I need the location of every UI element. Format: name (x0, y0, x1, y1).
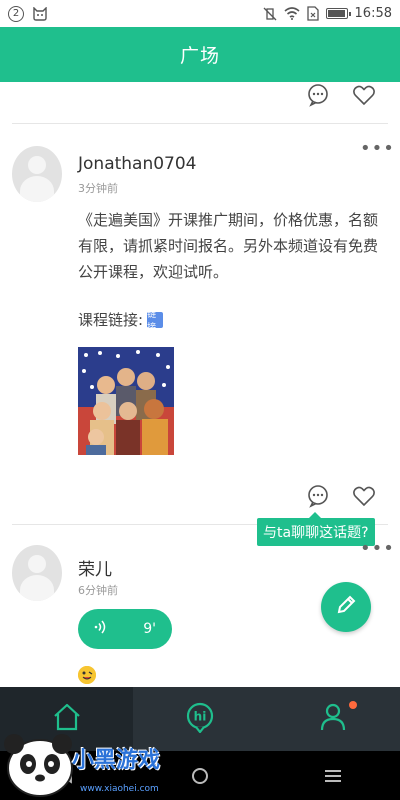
watermark-url: www.xiaohei.com (80, 784, 159, 794)
post-username[interactable]: Jonathan0704 (78, 154, 197, 174)
like-heart-icon[interactable] (351, 82, 377, 108)
menu-nav-button[interactable] (267, 751, 400, 800)
notification-dot (348, 701, 357, 709)
notification-count-icon: 2 (8, 5, 24, 22)
post-username[interactable]: 荣儿 (78, 555, 112, 580)
no-sim-icon (306, 6, 319, 21)
cat-app-icon (32, 6, 48, 21)
post-content: 《走遍美国》开课推广期间，价格优惠，名额有限，请抓紧时间报名。另外本频道设有免费… (78, 211, 379, 281)
watermark-brand: 小黑游戏 (72, 748, 161, 773)
like-heart-icon[interactable] (351, 483, 377, 509)
page-title: 广场 (179, 45, 220, 67)
course-link-row[interactable]: 课程链接: 链接 (78, 309, 164, 333)
status-bar: 2 16:58 (0, 0, 400, 27)
more-options-button[interactable]: ••• (360, 140, 395, 158)
panda-icon (4, 734, 73, 797)
tab-profile[interactable] (267, 687, 400, 751)
course-link-label: 课程链接: (78, 311, 144, 329)
emoji-icon (78, 666, 96, 684)
more-options-button[interactable]: ••• (360, 540, 395, 558)
voice-message-button[interactable]: 9' (78, 609, 172, 649)
post-image[interactable] (78, 347, 174, 455)
avatar[interactable] (12, 545, 62, 601)
person-icon (317, 701, 349, 737)
chat-topic-tooltip[interactable]: 与ta聊聊这话题? (257, 512, 375, 546)
post-time: 3分钟前 (78, 182, 118, 195)
post-divider (12, 123, 388, 124)
battery-icon (325, 8, 351, 19)
pencil-icon (335, 594, 357, 620)
vibrate-off-icon (263, 7, 277, 21)
link-icon[interactable]: 链接 (147, 310, 164, 333)
voice-duration: 9' (143, 621, 156, 637)
wifi-icon (284, 7, 300, 20)
feed-list[interactable]: ••• Jonathan0704 3分钟前 《走遍美国》开课推广期间，价格优惠，… (0, 82, 400, 687)
comment-icon[interactable] (305, 483, 331, 509)
post-time: 6分钟前 (78, 584, 118, 597)
compose-post-button[interactable] (321, 582, 371, 632)
sound-wave-icon (94, 620, 108, 638)
avatar[interactable] (12, 146, 62, 202)
comment-icon[interactable] (305, 82, 331, 108)
app-header: 广场 (0, 27, 400, 82)
menu-icon (325, 769, 342, 782)
status-time: 16:58 (354, 6, 392, 21)
